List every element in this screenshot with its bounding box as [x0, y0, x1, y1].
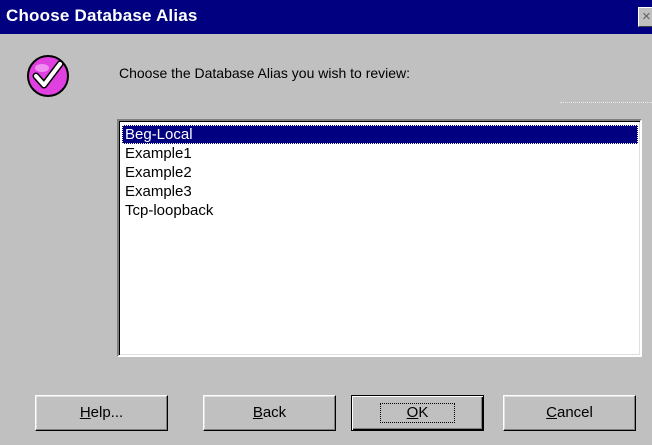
title-bar[interactable]: Choose Database Alias ×: [0, 0, 652, 34]
close-icon[interactable]: ×: [638, 7, 652, 27]
dialog-title: Choose Database Alias: [6, 6, 198, 25]
back-button[interactable]: Back: [203, 395, 336, 431]
instruction-label: Choose the Database Alias you wish to re…: [119, 65, 411, 81]
ok-mnemonic: O: [406, 404, 419, 421]
database-alias-listbox[interactable]: Beg-Local Example1 Example2 Example3 Tcp…: [117, 119, 642, 357]
help-label-rest: elp...: [90, 404, 124, 421]
cancel-label-rest: ancel: [556, 404, 593, 421]
list-item-example3[interactable]: Example3: [122, 182, 638, 201]
back-label-rest: ack: [262, 404, 287, 421]
cancel-mnemonic: C: [546, 404, 557, 421]
checkmark-icon: [27, 55, 69, 97]
list-item-example1[interactable]: Example1: [122, 144, 638, 163]
ok-label-rest: K: [418, 404, 429, 421]
ok-focus-rect: OK: [379, 403, 456, 423]
back-mnemonic: B: [252, 404, 263, 421]
choose-database-alias-dialog: Choose Database Alias × Choose the Datab…: [0, 0, 652, 445]
decorative-divider: [560, 102, 652, 103]
help-button[interactable]: Help...: [35, 395, 168, 431]
list-item-tcp-loopback[interactable]: Tcp-loopback: [122, 201, 638, 220]
list-item-example2[interactable]: Example2: [122, 163, 638, 182]
help-mnemonic: H: [79, 404, 91, 421]
cancel-button[interactable]: Cancel: [503, 395, 636, 431]
list-item-beg-local[interactable]: Beg-Local: [122, 125, 638, 144]
ok-button[interactable]: OK: [351, 395, 484, 431]
